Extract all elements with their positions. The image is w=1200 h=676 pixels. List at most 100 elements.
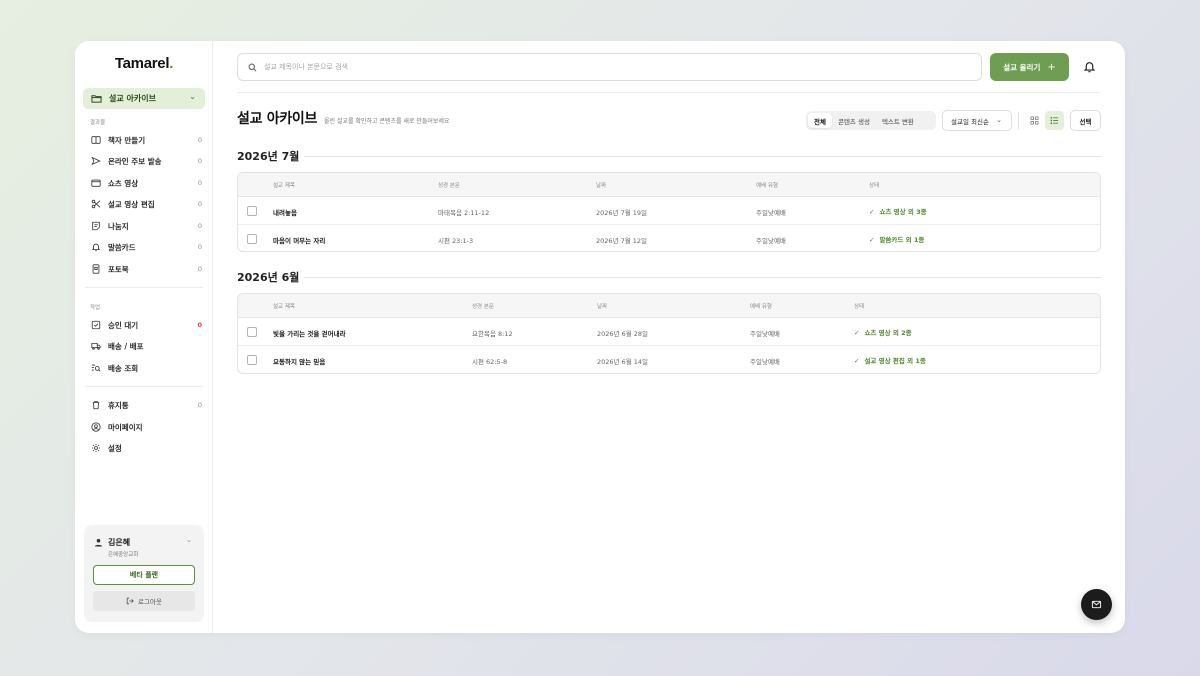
- status-badge: ✓ 설교 영상 편집 외 1종: [854, 355, 926, 365]
- row-checkbox[interactable]: [247, 234, 257, 244]
- count-badge: 0: [197, 222, 202, 230]
- sidebar-item-tracking[interactable]: 배송 조회: [90, 361, 200, 375]
- folder-open-icon: [91, 93, 102, 104]
- sidebar-item-settings[interactable]: 설정: [90, 441, 200, 455]
- column-header-scripture: 성경 본문: [472, 304, 494, 310]
- sermon-date: 2026년 6월 28일: [597, 330, 649, 338]
- user-church: 은혜중앙교회: [108, 552, 139, 558]
- book-icon: [90, 135, 101, 146]
- sidebar-item-booklet[interactable]: 책자 만들기 0: [90, 133, 202, 147]
- check-square-icon: [90, 320, 101, 331]
- sidebar: Tamarel. 설교 아카이브 ⌄ 결과물 책자 만들기 0 온라인 주보 발…: [75, 41, 213, 633]
- sermon-title[interactable]: 내려놓음: [273, 207, 297, 217]
- count-badge: 0: [197, 157, 202, 165]
- search-input[interactable]: [264, 63, 954, 71]
- table-row[interactable]: 내려놓음 마태복음 2:11-12 2026년 7월 19일 주일낮예배 ✓ 쇼츠…: [238, 197, 1100, 225]
- photobook-icon: [90, 264, 101, 275]
- sidebar-item-mypage[interactable]: 마이페이지: [90, 420, 200, 434]
- sidebar-item-label: 온라인 주보 발송: [108, 156, 162, 166]
- sermon-title[interactable]: 요동하지 않는 믿음: [273, 356, 325, 366]
- row-checkbox[interactable]: [247, 355, 257, 365]
- search-icon: [248, 63, 257, 71]
- sidebar-item-delivery[interactable]: 배송 / 배포: [90, 339, 200, 353]
- sidebar-item-sermon-archive[interactable]: 설교 아카이브 ⌄: [83, 88, 205, 109]
- sort-dropdown[interactable]: 설교일 최신순 ⌄: [942, 110, 1012, 131]
- check-icon: ✓: [869, 236, 875, 244]
- chevron-down-icon[interactable]: ⌄: [186, 536, 192, 544]
- plus-icon: +: [1047, 61, 1056, 73]
- gear-icon: [90, 443, 101, 454]
- filter-all[interactable]: 전체: [808, 113, 832, 128]
- sermon-title[interactable]: 마음이 머무는 자리: [273, 235, 325, 245]
- user-circle-icon: [90, 422, 101, 433]
- count-badge: 0: [197, 179, 202, 187]
- column-header-title: 설교 제목: [273, 183, 295, 189]
- beta-plan-button[interactable]: 베타 플랜: [93, 565, 195, 585]
- status-badge: ✓ 쇼츠 영상 외 2종: [854, 327, 912, 337]
- notification-bell-icon[interactable]: [1083, 60, 1096, 73]
- status-badge: ✓ 쇼츠 영상 외 3종: [869, 206, 927, 216]
- table-row[interactable]: 마음이 머무는 자리 시편 23:1-3 2026년 7월 12일 주일낮예배 …: [238, 225, 1100, 251]
- filter-content-created[interactable]: 콘텐츠 생성: [832, 113, 876, 128]
- status-text: 쇼츠 영상 외 2종: [864, 329, 912, 337]
- logo[interactable]: Tamarel.: [75, 55, 213, 72]
- filter-segmented-control: 전체 콘텐츠 생성 텍스트 변환: [806, 111, 936, 130]
- sidebar-item-label: 배송 / 배포: [108, 341, 144, 351]
- sidebar-item-shorts[interactable]: 쇼츠 영상 0: [90, 176, 202, 190]
- table-row[interactable]: 빛을 가리는 것을 걷어내라 요한복음 8:12 2026년 6월 28일 주일…: [238, 318, 1100, 346]
- scissors-icon: [90, 199, 101, 210]
- status-text: 설교 영상 편집 외 1종: [864, 357, 926, 365]
- sermon-scripture: 요한복음 8:12: [472, 330, 513, 338]
- sermon-service: 주일낮예배: [756, 237, 786, 245]
- sermon-service: 주일낮예배: [750, 330, 780, 338]
- check-icon: ✓: [854, 357, 860, 365]
- chevron-down-icon: ⌄: [996, 116, 1002, 124]
- count-badge: 0: [197, 265, 202, 273]
- trash-icon: [90, 400, 101, 411]
- sidebar-item-label: 나눔지: [108, 221, 129, 231]
- sermon-title[interactable]: 빛을 가리는 것을 걷어내라: [273, 328, 346, 338]
- user-name-text: 김은혜: [108, 538, 131, 547]
- sidebar-item-online-bulletin[interactable]: 온라인 주보 발송 0: [90, 154, 202, 168]
- count-badge: 0: [197, 401, 202, 409]
- section-label-work: 작업: [90, 305, 101, 311]
- upload-sermon-button[interactable]: 설교 올리기 +: [990, 53, 1069, 81]
- table-row[interactable]: 요동하지 않는 믿음 시편 62:5-8 2026년 6월 14일 주일낮예배 …: [238, 346, 1100, 373]
- select-button[interactable]: 선택: [1070, 110, 1101, 131]
- list-icon: [1050, 116, 1059, 125]
- bell-icon: [90, 242, 101, 253]
- user-name[interactable]: 김은혜: [94, 537, 130, 548]
- sidebar-item-photobook[interactable]: 포토북 0: [90, 262, 202, 276]
- check-icon: ✓: [854, 329, 860, 337]
- column-header-scripture: 성경 본문: [438, 183, 460, 189]
- column-header-status: 상태: [869, 183, 880, 189]
- grid-icon: [1030, 116, 1039, 125]
- row-checkbox[interactable]: [247, 327, 257, 337]
- month-divider: [304, 156, 1101, 157]
- logout-label: 로그아웃: [138, 598, 162, 606]
- sidebar-item-share-sheet[interactable]: 나눔지 0: [90, 219, 202, 233]
- logout-icon: [126, 597, 134, 605]
- count-badge: 0: [197, 200, 202, 208]
- sidebar-item-label: 포토북: [108, 264, 129, 274]
- sidebar-item-approval[interactable]: 승인 대기 0: [90, 318, 202, 332]
- logout-button[interactable]: 로그아웃: [93, 591, 195, 611]
- count-badge: 0: [197, 136, 202, 144]
- row-checkbox[interactable]: [247, 206, 257, 216]
- video-icon: [90, 178, 101, 189]
- grid-view-button[interactable]: [1025, 111, 1044, 130]
- message-fab-button[interactable]: [1081, 589, 1112, 620]
- table-header: 설교 제목 성경 본문 날짜 예배 유형 상태: [238, 173, 1100, 197]
- sidebar-item-label: 설정: [108, 443, 122, 453]
- filter-text-converted[interactable]: 텍스트 변환: [876, 113, 920, 128]
- user-icon: [94, 538, 103, 547]
- sidebar-item-word-card[interactable]: 말씀카드 0: [90, 240, 202, 254]
- list-view-button[interactable]: [1045, 111, 1064, 130]
- sidebar-item-video-edit[interactable]: 설교 영상 편집 0: [90, 197, 202, 211]
- sidebar-item-label: 설교 아카이브: [109, 94, 156, 103]
- column-header-date: 날짜: [597, 304, 608, 310]
- sidebar-divider: [85, 386, 203, 387]
- sidebar-item-trash[interactable]: 휴지통 0: [90, 398, 202, 412]
- search-bar[interactable]: [237, 53, 982, 81]
- table-header: 설교 제목 성경 본문 날짜 예배 유형 상태: [238, 294, 1100, 318]
